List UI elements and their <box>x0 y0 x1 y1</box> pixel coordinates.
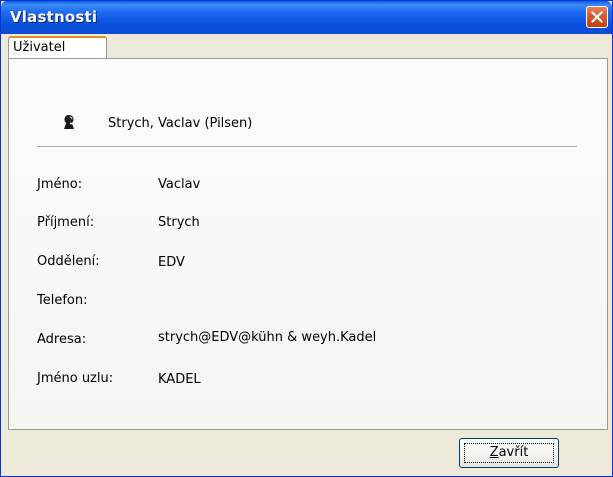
separator <box>37 146 577 148</box>
label-jmeno: Jméno: <box>37 177 83 192</box>
label-prijmeni: Příjmení: <box>37 215 95 230</box>
value-adresa: strych@EDV@kühn & weyh.Kadel <box>158 330 377 345</box>
window-close-button[interactable] <box>586 6 608 28</box>
close-button-label: Zavřít <box>489 445 529 460</box>
dialog-client-area: Uživatel Strych, Vaclav (Pilsen) Jméno: … <box>4 34 609 473</box>
tab-uzivatel[interactable]: Uživatel <box>8 36 107 58</box>
close-x-icon <box>591 11 603 23</box>
window-title: Vlastnosti <box>10 8 98 26</box>
title-bar[interactable]: Vlastnosti <box>1 1 612 34</box>
value-oddeleni: EDV <box>158 255 185 270</box>
label-oddeleni: Oddělení: <box>37 254 100 269</box>
label-jmeno-uzlu: Jméno uzlu: <box>37 371 114 386</box>
properties-dialog: Vlastnosti Uživatel Strych, Vaclav (Pils… <box>0 0 613 477</box>
value-prijmeni: Strych <box>158 215 200 230</box>
tab-panel: Strych, Vaclav (Pilsen) Jméno: Vaclav Př… <box>8 58 608 430</box>
label-adresa: Adresa: <box>37 332 87 347</box>
value-jmeno: Vaclav <box>158 177 201 192</box>
tab-label: Uživatel <box>13 40 66 55</box>
close-button[interactable]: Zavřít <box>459 438 559 468</box>
user-display-name: Strych, Vaclav (Pilsen) <box>108 116 253 131</box>
user-icon <box>61 114 77 134</box>
value-jmeno-uzlu: KADEL <box>158 372 201 387</box>
label-telefon: Telefon: <box>37 293 88 308</box>
